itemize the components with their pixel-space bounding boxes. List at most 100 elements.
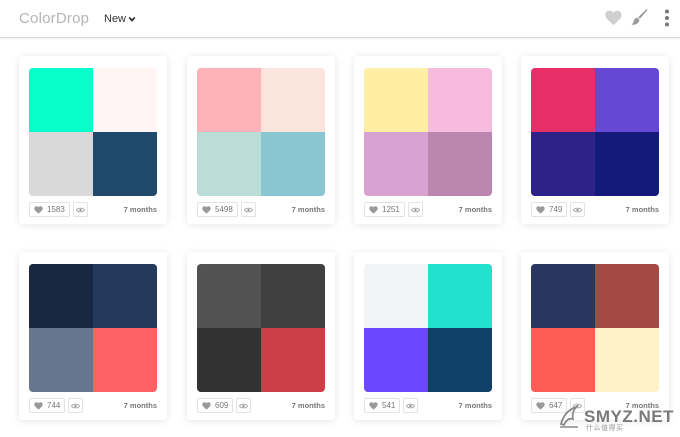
like-count: 541	[382, 401, 396, 410]
like-button[interactable]: 1251	[364, 202, 405, 217]
color-swatch-bottom-right[interactable]	[595, 328, 659, 392]
paint-brush-icon[interactable]	[631, 8, 648, 27]
color-swatch-top-right[interactable]	[595, 264, 659, 328]
timestamp: 7 months	[625, 205, 659, 214]
palette-card[interactable]: 5498 7 months	[187, 56, 335, 224]
like-button[interactable]: 744	[29, 398, 66, 413]
timestamp: 7 months	[458, 401, 492, 410]
view-button[interactable]	[403, 398, 418, 413]
palette-card[interactable]: 749 7 months	[521, 56, 669, 224]
color-swatch-top-left[interactable]	[29, 68, 93, 132]
timestamp: 7 months	[291, 205, 325, 214]
view-button[interactable]	[236, 398, 251, 413]
color-palette[interactable]	[29, 264, 157, 392]
color-swatch-bottom-right[interactable]	[93, 328, 157, 392]
heart-icon	[536, 205, 545, 214]
eye-icon	[406, 403, 415, 408]
heart-icon	[369, 401, 378, 410]
color-swatch-bottom-right[interactable]	[428, 132, 492, 196]
palette-card[interactable]: 541 7 months	[354, 252, 502, 420]
like-button[interactable]: 1583	[29, 202, 70, 217]
like-button[interactable]: 609	[197, 398, 234, 413]
color-swatch-bottom-left[interactable]	[364, 328, 428, 392]
color-palette[interactable]	[197, 264, 325, 392]
eye-icon	[71, 403, 80, 408]
view-button[interactable]	[68, 398, 83, 413]
color-swatch-bottom-right[interactable]	[93, 132, 157, 196]
color-swatch-top-left[interactable]	[197, 68, 261, 132]
like-count: 609	[215, 401, 229, 410]
color-swatch-top-right[interactable]	[428, 68, 492, 132]
color-swatch-top-left[interactable]	[364, 68, 428, 132]
color-swatch-bottom-left[interactable]	[364, 132, 428, 196]
heart-icon	[34, 205, 43, 214]
watermark: SMYZ.NET 什么值得买	[558, 397, 676, 435]
view-button[interactable]	[73, 202, 88, 217]
color-swatch-bottom-right[interactable]	[595, 132, 659, 196]
color-swatch-top-right[interactable]	[428, 264, 492, 328]
color-swatch-bottom-right[interactable]	[428, 328, 492, 392]
heart-icon	[202, 401, 211, 410]
color-palette[interactable]	[29, 68, 157, 196]
like-count: 1583	[47, 205, 65, 214]
like-button[interactable]: 541	[364, 398, 401, 413]
view-button[interactable]	[408, 202, 423, 217]
watermark-subtext: 什么值得买	[586, 425, 624, 432]
color-swatch-top-right[interactable]	[595, 68, 659, 132]
color-swatch-top-right[interactable]	[261, 68, 325, 132]
palette-card[interactable]: 1251 7 months	[354, 56, 502, 224]
palette-card[interactable]: 647 7 months	[521, 252, 669, 420]
color-palette[interactable]	[531, 68, 659, 196]
like-count: 5498	[215, 205, 233, 214]
color-palette[interactable]	[364, 68, 492, 196]
color-palette[interactable]	[197, 68, 325, 196]
heart-icon	[202, 205, 211, 214]
color-swatch-top-left[interactable]	[364, 264, 428, 328]
view-button[interactable]	[570, 202, 585, 217]
top-bar: ColorDrop New	[0, 0, 680, 38]
chevron-down-icon	[128, 16, 136, 22]
color-swatch-top-left[interactable]	[531, 68, 595, 132]
eye-icon	[239, 403, 248, 408]
like-count: 749	[549, 205, 563, 214]
color-swatch-bottom-left[interactable]	[29, 328, 93, 392]
color-swatch-top-left[interactable]	[531, 264, 595, 328]
color-swatch-bottom-right[interactable]	[261, 132, 325, 196]
color-swatch-bottom-right[interactable]	[261, 328, 325, 392]
sort-dropdown[interactable]: New	[104, 13, 136, 25]
logo[interactable]: ColorDrop	[19, 10, 89, 27]
more-vertical-icon[interactable]	[664, 9, 670, 27]
like-button[interactable]: 5498	[197, 202, 238, 217]
timestamp: 7 months	[458, 205, 492, 214]
heart-icon	[369, 205, 378, 214]
color-swatch-bottom-left[interactable]	[197, 132, 261, 196]
color-swatch-top-right[interactable]	[93, 264, 157, 328]
color-swatch-bottom-left[interactable]	[197, 328, 261, 392]
palette-card[interactable]: 609 7 months	[187, 252, 335, 420]
palette-card[interactable]: 1583 7 months	[19, 56, 167, 224]
heart-icon	[34, 401, 43, 410]
watermark-text: SMYZ.NET	[584, 406, 674, 426]
timestamp: 7 months	[123, 205, 157, 214]
color-swatch-bottom-left[interactable]	[531, 328, 595, 392]
color-swatch-top-left[interactable]	[197, 264, 261, 328]
color-palette[interactable]	[531, 264, 659, 392]
eye-icon	[76, 207, 85, 212]
eye-icon	[411, 207, 420, 212]
color-swatch-top-right[interactable]	[93, 68, 157, 132]
palette-card[interactable]: 744 7 months	[19, 252, 167, 420]
eye-icon	[244, 207, 253, 212]
eye-icon	[573, 207, 582, 212]
like-button[interactable]: 749	[531, 202, 568, 217]
color-swatch-top-left[interactable]	[29, 264, 93, 328]
view-button[interactable]	[241, 202, 256, 217]
sort-label: New	[104, 13, 127, 25]
timestamp: 7 months	[291, 401, 325, 410]
color-swatch-bottom-left[interactable]	[29, 132, 93, 196]
color-swatch-top-right[interactable]	[261, 264, 325, 328]
color-swatch-bottom-left[interactable]	[531, 132, 595, 196]
bird-logo-icon	[559, 405, 579, 428]
heart-icon[interactable]	[605, 10, 622, 26]
like-count: 744	[47, 401, 61, 410]
color-palette[interactable]	[364, 264, 492, 392]
